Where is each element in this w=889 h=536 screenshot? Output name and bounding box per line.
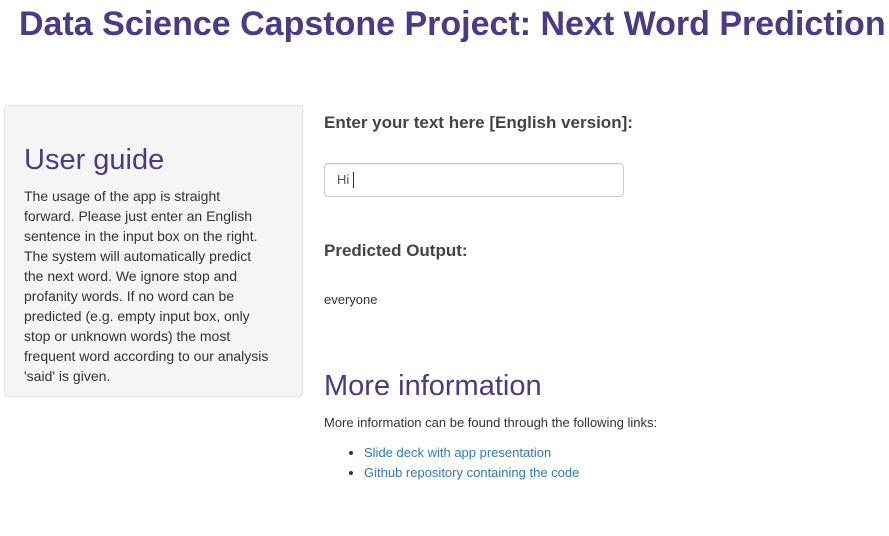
app-page: Data Science Capstone Project: Next Word… [0, 0, 889, 536]
links-list: Slide deck with app presentation Github … [324, 443, 579, 483]
text-input-label: Enter your text here [English version]: [324, 113, 633, 132]
text-cursor [353, 171, 355, 188]
predicted-output-label: Predicted Output: [324, 241, 468, 260]
slide-deck-link[interactable]: Slide deck with app presentation [364, 445, 551, 460]
list-item: Slide deck with app presentation [364, 443, 579, 463]
list-item: Github repository containing the code [364, 463, 579, 483]
more-information-heading: More information [324, 370, 542, 402]
main-panel: Enter your text here [English version]: … [324, 0, 884, 536]
user-guide-heading: User guide [24, 144, 165, 176]
user-guide-text: The usage of the app is straight forward… [24, 188, 269, 384]
text-input[interactable]: Hi [324, 163, 624, 197]
predicted-output-value: everyone [324, 292, 378, 307]
text-input-value: Hi [337, 172, 350, 187]
more-information-text: More information can be found through th… [324, 415, 658, 430]
sidebar-panel: User guide The usage of the app is strai… [4, 105, 303, 397]
github-repository-link[interactable]: Github repository containing the code [364, 465, 579, 480]
